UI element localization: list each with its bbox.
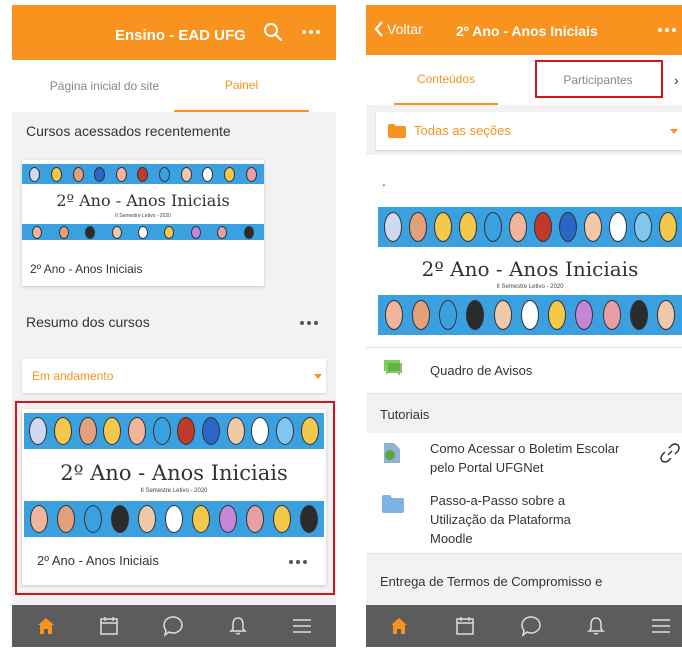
banner-drawings-top xyxy=(22,164,264,184)
highlight-box xyxy=(15,401,335,595)
banner-title: 2º Ano - Anos Iniciais xyxy=(421,257,639,281)
summary-more-icon[interactable] xyxy=(300,321,318,325)
course-status-filter[interactable]: Em andamento xyxy=(22,359,326,393)
folder-item[interactable]: Passo-a-Passo sobre a Utilização da Plat… xyxy=(366,483,682,553)
course-banner-image: 2º Ano - Anos Iniciais II Semestre Letiv… xyxy=(378,207,682,335)
sections-dropdown[interactable]: Todas as seções xyxy=(376,112,682,150)
chat-icon[interactable] xyxy=(520,615,542,637)
sections-value: Todas as seções xyxy=(414,123,511,138)
resource-item[interactable]: Como Acessar o Boletim Escolar pelo Port… xyxy=(366,433,682,483)
forum-icon xyxy=(384,360,402,376)
app-header: Ensino - EAD UFG xyxy=(12,5,336,60)
back-label: Voltar xyxy=(387,21,423,37)
section-header-entrega: Entrega de Termos de Compromisso e Respo… xyxy=(366,553,682,625)
course-name: 2º Ano - Anos Iniciais xyxy=(30,262,143,276)
section-title: . xyxy=(382,173,386,189)
bell-icon[interactable] xyxy=(585,615,607,637)
section-header-tutoriais: Tutoriais xyxy=(366,393,682,433)
more-options-icon[interactable] xyxy=(654,17,680,43)
forum-item[interactable]: Quadro de Avisos xyxy=(366,347,682,393)
banner-subtitle: II Semestre Letivo - 2020 xyxy=(496,284,564,290)
folder-icon xyxy=(388,124,406,138)
chat-icon[interactable] xyxy=(162,615,184,637)
banner-subtitle: II Semestre Letivo - 2020 xyxy=(115,213,171,219)
bell-icon[interactable] xyxy=(227,615,249,637)
more-options-icon[interactable] xyxy=(298,19,324,45)
course-banner-image: 2º Ano - Anos Iniciais II Semestre Letiv… xyxy=(22,160,264,240)
home-icon[interactable] xyxy=(35,615,57,637)
banner-drawings-bottom xyxy=(378,295,682,335)
banner-drawings-top xyxy=(378,207,682,247)
forum-label: Quadro de Avisos xyxy=(430,363,533,378)
course-section-summary: . 2º Ano - Anos Iniciais II Semestre Let… xyxy=(366,155,682,347)
bottom-navigation xyxy=(12,605,336,647)
chevron-right-icon[interactable]: › xyxy=(674,72,679,88)
filter-value: Em andamento xyxy=(32,369,114,383)
tab-site-home[interactable]: Página inicial do site xyxy=(32,60,177,112)
left-screen: Ensino - EAD UFG Página inicial do site … xyxy=(12,5,336,647)
recent-courses-heading: Cursos acessados recentemente xyxy=(26,123,231,139)
course-title: 2º Ano - Anos Iniciais xyxy=(456,23,598,39)
folder-icon xyxy=(382,495,404,513)
folder-label: Passo-a-Passo sobre a Utilização da Plat… xyxy=(430,493,571,546)
tab-contents[interactable]: Conteúdos xyxy=(394,55,498,105)
chevron-down-icon xyxy=(670,129,678,134)
right-screen: Voltar 2º Ano - Anos Iniciais Conteúdos … xyxy=(366,5,682,647)
tab-dashboard[interactable]: Painel xyxy=(174,60,309,112)
menu-icon[interactable] xyxy=(650,615,672,637)
banner-title: 2º Ano - Anos Iniciais xyxy=(56,191,230,210)
tab-bar: Página inicial do site Painel xyxy=(12,60,336,112)
url-resource-icon xyxy=(384,443,400,463)
menu-icon[interactable] xyxy=(291,615,313,637)
bottom-navigation xyxy=(366,605,682,647)
banner-drawings-bottom xyxy=(22,224,264,240)
app-title: Ensino - EAD UFG xyxy=(115,27,246,44)
highlight-box xyxy=(535,60,663,98)
search-icon[interactable] xyxy=(260,19,286,45)
calendar-icon[interactable] xyxy=(454,615,476,637)
calendar-icon[interactable] xyxy=(98,615,120,637)
course-summary-heading: Resumo dos cursos xyxy=(26,314,150,330)
home-icon[interactable] xyxy=(388,615,410,637)
link-icon xyxy=(660,443,680,463)
section-title: Tutoriais xyxy=(380,407,430,422)
chevron-left-icon xyxy=(374,21,383,37)
back-button[interactable]: Voltar xyxy=(374,21,423,37)
app-header: Voltar 2º Ano - Anos Iniciais xyxy=(366,5,682,55)
resource-label: Como Acessar o Boletim Escolar pelo Port… xyxy=(430,441,620,475)
chevron-down-icon xyxy=(314,374,322,379)
recent-course-card[interactable]: 2º Ano - Anos Iniciais II Semestre Letiv… xyxy=(22,160,264,286)
